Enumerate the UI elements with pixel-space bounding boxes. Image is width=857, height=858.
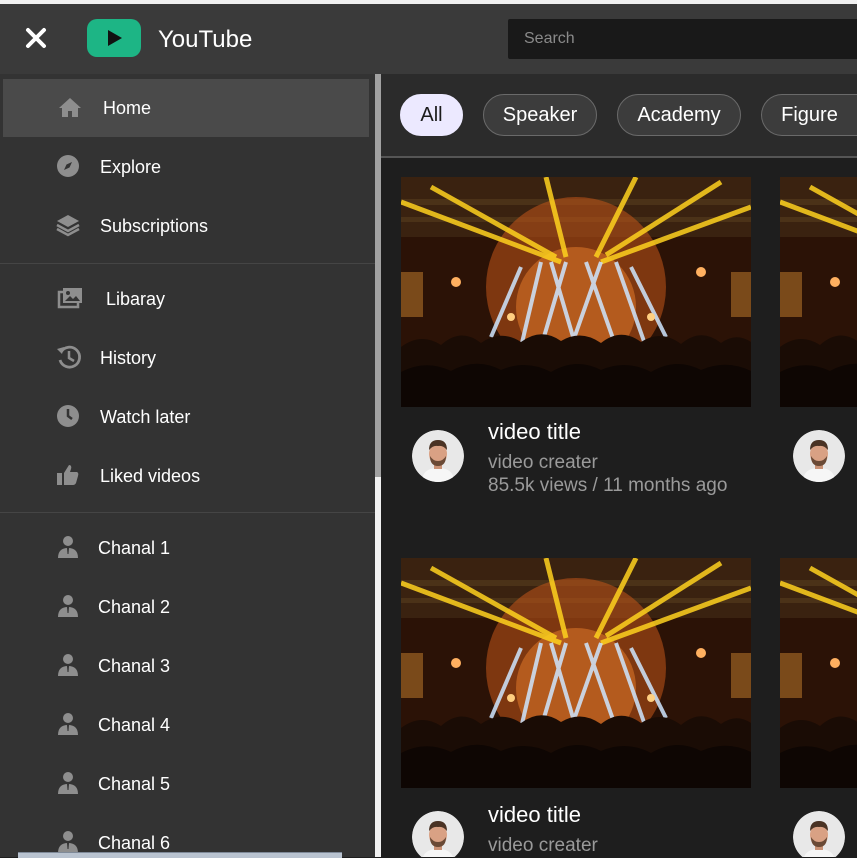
sidebar-item-label: Home — [103, 98, 152, 118]
filter-chips-bar: All Speaker Academy Figure — [381, 74, 857, 156]
sidebar-item-label: Explore — [100, 157, 162, 177]
sidebar-item-explore[interactable]: Explore — [3, 138, 369, 196]
close-icon[interactable] — [22, 24, 50, 52]
chip-all[interactable]: All — [400, 94, 463, 136]
video-thumbnail[interactable] — [401, 558, 751, 788]
sidebar: Home Explore Subscriptions Libaray Histo… — [0, 74, 375, 857]
sidebar-item-label: Chanal 2 — [98, 597, 171, 617]
youtube-logo[interactable] — [87, 19, 141, 57]
video-title[interactable]: video title — [488, 802, 581, 828]
user-icon — [58, 595, 78, 617]
sidebar-item-label: Chanal 4 — [98, 715, 171, 735]
sidebar-item-label: Chanal 6 — [98, 833, 171, 853]
video-meta: 85.5k views / 11 months ago — [488, 475, 728, 496]
sidebar-item-label: Watch later — [100, 407, 191, 427]
home-icon — [59, 98, 81, 117]
chip-speaker[interactable]: Speaker — [483, 94, 597, 136]
sidebar-item-chanal-1[interactable]: Chanal 1 — [3, 519, 369, 577]
sidebar-item-library[interactable]: Libaray — [3, 270, 369, 328]
play-icon — [108, 30, 122, 46]
video-thumbnail[interactable] — [780, 558, 857, 788]
chip-academy[interactable]: Academy — [617, 94, 741, 136]
avatar[interactable] — [412, 811, 464, 857]
sidebar-item-history[interactable]: History — [3, 329, 369, 387]
video-thumbnail[interactable] — [401, 177, 751, 407]
sidebar-item-label: Chanal 5 — [98, 774, 171, 794]
sidebar-item-label: Chanal 3 — [98, 656, 171, 676]
sidebar-item-home[interactable]: Home — [3, 79, 369, 137]
sidebar-item-subscriptions[interactable]: Subscriptions — [3, 197, 369, 255]
clock-icon — [57, 405, 79, 427]
avatar[interactable] — [793, 811, 845, 857]
chip-figure[interactable]: Figure — [761, 94, 857, 136]
user-icon — [58, 713, 78, 735]
sidebar-item-label: Chanal 1 — [98, 538, 171, 558]
sidebar-item-watch-later[interactable]: Watch later — [3, 388, 369, 446]
layers-icon — [56, 215, 80, 237]
sidebar-item-chanal-4[interactable]: Chanal 4 — [3, 696, 369, 754]
app-title: YouTube — [158, 26, 253, 53]
sidebar-item-liked-videos[interactable]: Liked videos — [3, 447, 369, 505]
user-icon — [58, 772, 78, 794]
avatar[interactable] — [412, 430, 464, 482]
sidebar-divider — [0, 512, 375, 513]
compass-icon — [57, 155, 79, 177]
top-header: YouTube — [0, 4, 857, 74]
avatar[interactable] — [793, 430, 845, 482]
video-creator: video creater — [488, 835, 598, 856]
search-input[interactable] — [508, 19, 857, 59]
user-icon — [58, 536, 78, 558]
sidebar-divider — [0, 263, 375, 264]
sidebar-item-chanal-6[interactable]: Chanal 6 — [3, 814, 369, 857]
sidebar-item-label: Libaray — [106, 289, 166, 309]
video-thumbnail[interactable] — [780, 177, 857, 407]
sidebar-item-chanal-2[interactable]: Chanal 2 — [3, 578, 369, 636]
sidebar-item-label: History — [100, 348, 157, 368]
sidebar-item-label: Subscriptions — [100, 216, 209, 236]
sidebar-item-chanal-5[interactable]: Chanal 5 — [3, 755, 369, 813]
sidebar-item-label: Liked videos — [100, 466, 201, 486]
video-title[interactable]: video title — [488, 419, 581, 445]
thumbs-up-icon — [57, 465, 79, 485]
video-creator: video creater — [488, 452, 598, 473]
history-icon — [57, 345, 81, 369]
horizontal-scrollbar[interactable] — [18, 852, 342, 858]
library-icon — [57, 288, 82, 309]
video-grid: video title video creater 85.5k views / … — [381, 158, 857, 857]
sidebar-item-chanal-3[interactable]: Chanal 3 — [3, 637, 369, 695]
user-icon — [58, 654, 78, 676]
